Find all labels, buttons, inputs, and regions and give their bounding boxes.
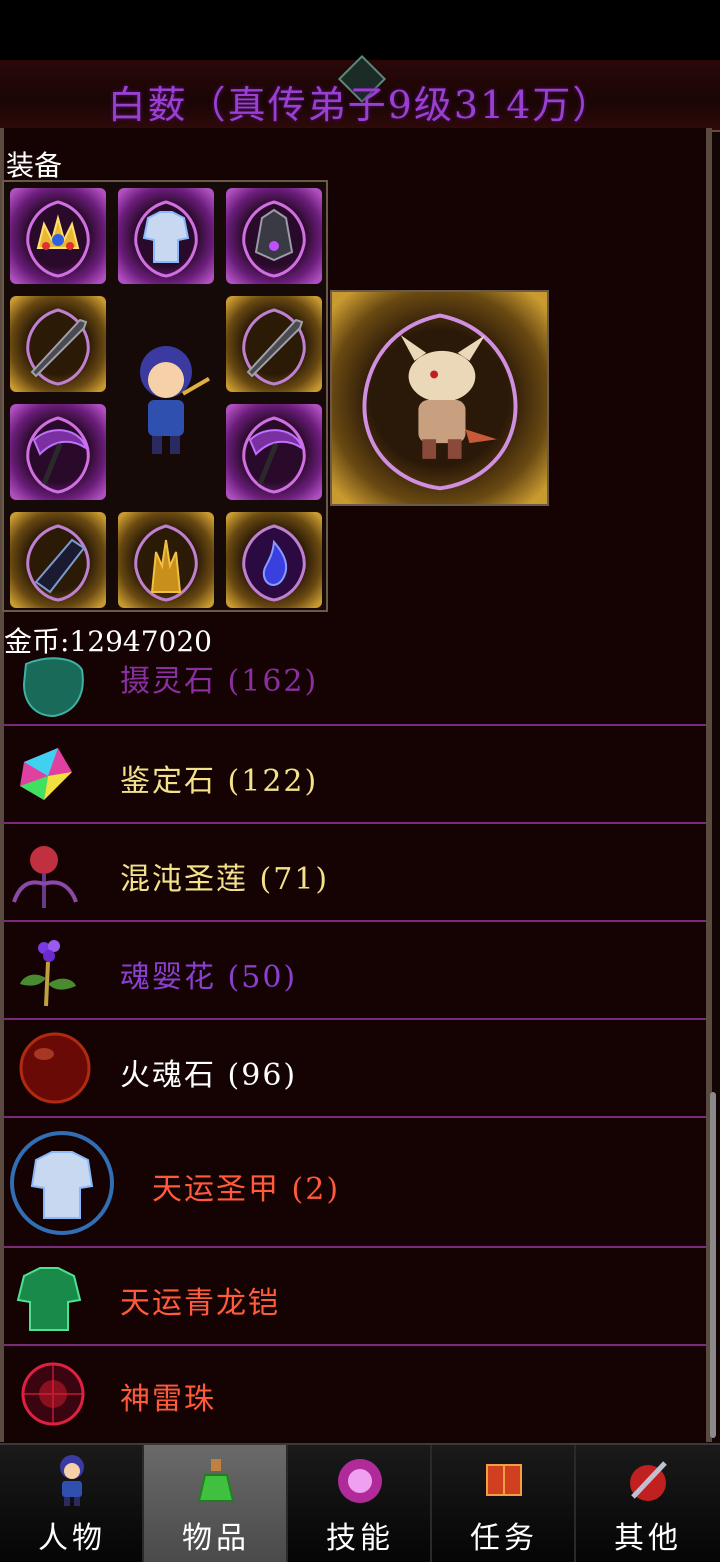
item-name: 天运圣甲 (2) <box>152 1172 341 1207</box>
list-item[interactable]: 天运青龙铠 <box>4 1248 706 1346</box>
holy-armor-icon <box>10 1131 114 1235</box>
list-item[interactable]: 摄灵石 (162) <box>4 654 706 726</box>
scrollbar[interactable] <box>710 1092 716 1438</box>
tab-items[interactable]: 物品 <box>144 1445 288 1562</box>
soul-stone-icon <box>22 657 84 718</box>
hero-icon <box>140 346 210 454</box>
equip-slot-ring-right[interactable] <box>226 404 322 500</box>
character-icon <box>60 1455 84 1506</box>
list-item[interactable]: 火魂石 (96) <box>4 1020 706 1118</box>
flame-boots-icon <box>134 524 198 602</box>
equipment-panel <box>2 180 328 612</box>
character-avatar <box>118 296 214 496</box>
skill-orb-icon <box>338 1459 382 1503</box>
tab-label: 物品 <box>182 1521 250 1556</box>
dragon-armor-icon <box>16 1267 82 1331</box>
item-list: 摄灵石 (162) 鉴定石 (122) 混沌圣莲 (71) 魂婴花 (50) 火… <box>4 654 706 1442</box>
list-item[interactable]: 魂婴花 (50) <box>4 922 706 1020</box>
fire-stone-icon <box>19 1032 91 1104</box>
item-name: 摄灵石 (162) <box>120 664 319 699</box>
equip-slot-crown[interactable] <box>10 188 106 284</box>
equip-slot-weapon-left[interactable] <box>10 296 106 392</box>
equip-slot-bracer[interactable] <box>10 512 106 608</box>
soul-flower-icon <box>20 940 76 1007</box>
thunder-orb-icon <box>21 1362 85 1426</box>
tab-label: 任务 <box>470 1521 538 1556</box>
item-name: 火魂石 (96) <box>120 1058 298 1093</box>
tab-quests[interactable]: 任务 <box>432 1445 576 1562</box>
scythe-icon <box>242 416 306 494</box>
equip-slot-armor[interactable] <box>118 188 214 284</box>
list-item[interactable]: 神雷珠 <box>4 1346 706 1442</box>
sword-icon <box>242 308 306 386</box>
tab-label: 技能 <box>326 1521 394 1556</box>
helmet-icon <box>242 200 306 278</box>
item-name: 魂婴花 (50) <box>120 960 298 995</box>
scythe-icon <box>26 416 90 494</box>
tab-label: 人物 <box>38 1521 106 1556</box>
status-bar <box>0 0 720 60</box>
list-item[interactable]: 鉴定石 (122) <box>4 726 706 824</box>
tab-character[interactable]: 人物 <box>0 1445 144 1562</box>
blue-flame-icon <box>242 524 306 602</box>
item-name: 混沌圣莲 (71) <box>120 862 330 897</box>
tab-skills[interactable]: 技能 <box>288 1445 432 1562</box>
equip-slot-weapon-right[interactable] <box>226 296 322 392</box>
item-name: 鉴定石 (122) <box>120 764 319 799</box>
bracer-icon <box>26 524 90 602</box>
equip-slot-ring-left[interactable] <box>10 404 106 500</box>
pet-slot[interactable] <box>330 290 549 506</box>
crown-icon <box>26 200 90 278</box>
bottom-nav: 人物 物品 技能 任务 其他 <box>0 1443 720 1562</box>
tab-other[interactable]: 其他 <box>576 1445 720 1562</box>
armor-icon <box>134 200 198 278</box>
potion-icon <box>197 1459 235 1502</box>
list-item[interactable]: 混沌圣莲 (71) <box>4 824 706 922</box>
other-icon <box>630 1461 667 1501</box>
equip-slot-helmet[interactable] <box>226 188 322 284</box>
tab-label: 其他 <box>614 1521 682 1556</box>
chaos-lotus-icon <box>12 846 78 908</box>
quest-book-icon <box>486 1464 522 1496</box>
equip-slot-amulet[interactable] <box>226 512 322 608</box>
item-name: 神雷珠 <box>120 1382 216 1417</box>
item-name: 天运青龙铠 <box>120 1286 280 1321</box>
equip-slot-boots[interactable] <box>118 512 214 608</box>
equipment-label: 装备 <box>6 149 63 182</box>
title-bar: 白薮（真传弟子9级314万） <box>0 54 720 132</box>
page-title: 白薮（真传弟子9级314万） <box>107 83 613 127</box>
list-item[interactable]: 天运圣甲 (2) <box>4 1118 706 1248</box>
bone-dragon-pet-icon <box>362 313 518 491</box>
sword-icon <box>26 308 90 386</box>
appraisal-crystal-icon <box>20 748 72 800</box>
